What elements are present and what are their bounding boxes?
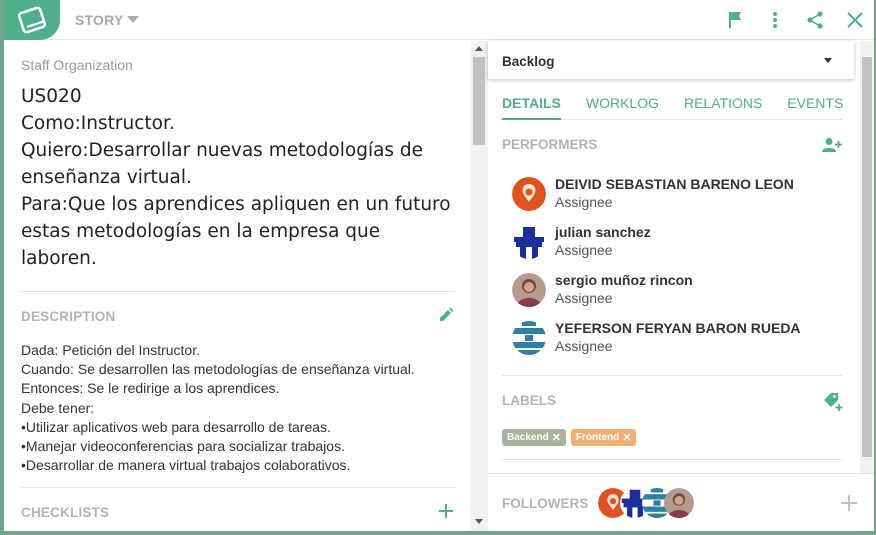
description-line: Entonces: Se le redirige a los aprendice…	[21, 380, 280, 397]
description-text[interactable]: Dada: Petición del Instructor. Cuando: S…	[21, 341, 461, 475]
label-tag[interactable]: Backend ✕	[502, 429, 566, 446]
tab-details[interactable]: DETAILS	[502, 91, 561, 120]
item-type-dropdown[interactable]: STORY	[75, 12, 140, 28]
scroll-thumb[interactable]	[862, 57, 872, 457]
story-line: Como:Instructor.	[21, 113, 175, 134]
story-main-panel: Staff Organization US020 Como:Instructor…	[4, 41, 471, 531]
dialog-header: STORY	[4, 0, 874, 40]
status-label: Backlog	[502, 54, 555, 69]
label-text: Backend	[507, 432, 549, 443]
label-tag[interactable]: Frontend ✕	[570, 429, 637, 446]
performer-item[interactable]: sergio muñoz rincon Assignee	[512, 272, 693, 308]
chevron-down-icon	[127, 16, 140, 23]
book-icon	[4, 0, 60, 40]
project-name: Staff Organization	[21, 57, 133, 73]
divider	[502, 459, 842, 460]
tab-events[interactable]: EVENTS	[787, 91, 843, 120]
labels-title: LABELS	[502, 393, 556, 408]
details-side-panel: Backlog DETAILS WORKLOG RELATIONS EVENTS…	[488, 41, 874, 531]
scroll-up-arrow-icon[interactable]	[475, 46, 483, 51]
more-vert-icon[interactable]	[764, 9, 786, 31]
tab-relations[interactable]: RELATIONS	[684, 91, 762, 120]
item-type-label: STORY	[75, 12, 124, 28]
add-person-icon[interactable]	[821, 135, 843, 155]
add-follower-plus-icon[interactable]	[838, 492, 860, 514]
avatar	[512, 177, 546, 211]
details-tabs: DETAILS WORKLOG RELATIONS EVENTS	[502, 91, 843, 120]
description-line: Cuando: Se desarrollen las metodologías …	[21, 361, 415, 378]
tab-worklog[interactable]: WORKLOG	[586, 91, 659, 120]
share-icon[interactable]	[804, 9, 826, 31]
avatar[interactable]	[664, 488, 694, 518]
performer-name: sergio muñoz rincon	[555, 272, 693, 288]
pencil-icon[interactable]	[436, 305, 456, 325]
divider	[21, 487, 455, 488]
story-line: laboren.	[21, 248, 97, 269]
description-line: Debe tener:	[21, 399, 95, 416]
status-dropdown[interactable]: Backlog	[488, 41, 854, 79]
checklists-title: CHECKLISTS	[21, 505, 110, 520]
description-line: •Manejar videoconferencias para socializ…	[21, 438, 345, 455]
avatar	[512, 273, 546, 307]
labels-list: Backend ✕ Frontend ✕	[502, 429, 637, 446]
scroll-thumb[interactable]	[473, 57, 485, 145]
avatar	[512, 321, 546, 355]
story-line: Quiero:Desarrollar nuevas metodologías d…	[21, 140, 424, 161]
left-scrollbar[interactable]	[471, 41, 488, 531]
story-dialog: STORY Staff Organization US020 Como:Inst…	[4, 0, 874, 531]
performer-role: Assignee	[555, 242, 613, 258]
label-text: Frontend	[575, 432, 620, 443]
story-line: estas metodologías en la empresa que	[21, 221, 381, 242]
performer-item[interactable]: YEFERSON FERYAN BARON RUEDA Assignee	[512, 320, 801, 356]
divider	[502, 375, 842, 376]
scroll-down-arrow-icon[interactable]	[475, 519, 483, 524]
story-line: Para:Que los aprendices apliquen en un f…	[21, 194, 451, 215]
followers-title: FOLLOWERS	[502, 496, 589, 511]
close-icon[interactable]	[844, 9, 866, 31]
performer-item[interactable]: julian sanchez Assignee	[512, 224, 651, 260]
remove-label-icon[interactable]: ✕	[552, 431, 561, 444]
right-scrollbar[interactable]	[860, 41, 874, 473]
avatar	[512, 225, 546, 259]
divider	[21, 291, 455, 292]
story-title[interactable]: US020 Como:Instructor. Quiero:Desarrolla…	[21, 83, 461, 272]
performer-name: YEFERSON FERYAN BARON RUEDA	[555, 320, 801, 336]
flag-icon[interactable]	[724, 9, 746, 31]
remove-label-icon[interactable]: ✕	[622, 431, 631, 444]
performers-title: PERFORMERS	[502, 137, 598, 152]
performer-role: Assignee	[555, 194, 613, 210]
performer-name: DEIVID SEBASTIAN BARENO LEON	[555, 176, 794, 192]
caret-down-icon	[824, 58, 832, 63]
description-line: Dada: Petición del Instructor.	[21, 342, 200, 358]
story-line: US020	[21, 86, 82, 107]
performer-role: Assignee	[555, 290, 613, 306]
followers-bar: FOLLOWERS	[488, 473, 874, 531]
add-label-icon[interactable]	[822, 391, 844, 413]
description-line: •Desarrollar de manera virtual trabajos …	[21, 457, 351, 474]
performer-name: julian sanchez	[555, 224, 651, 240]
performer-role: Assignee	[555, 338, 613, 354]
description-title: DESCRIPTION	[21, 309, 116, 324]
followers-avatars	[598, 488, 694, 518]
performer-item[interactable]: DEIVID SEBASTIAN BARENO LEON Assignee	[512, 176, 794, 212]
add-checklist-plus-icon[interactable]	[436, 501, 456, 521]
story-line: enseñanza virtual.	[21, 167, 192, 188]
description-line: •Utilizar aplicativos web para desarroll…	[21, 418, 331, 435]
